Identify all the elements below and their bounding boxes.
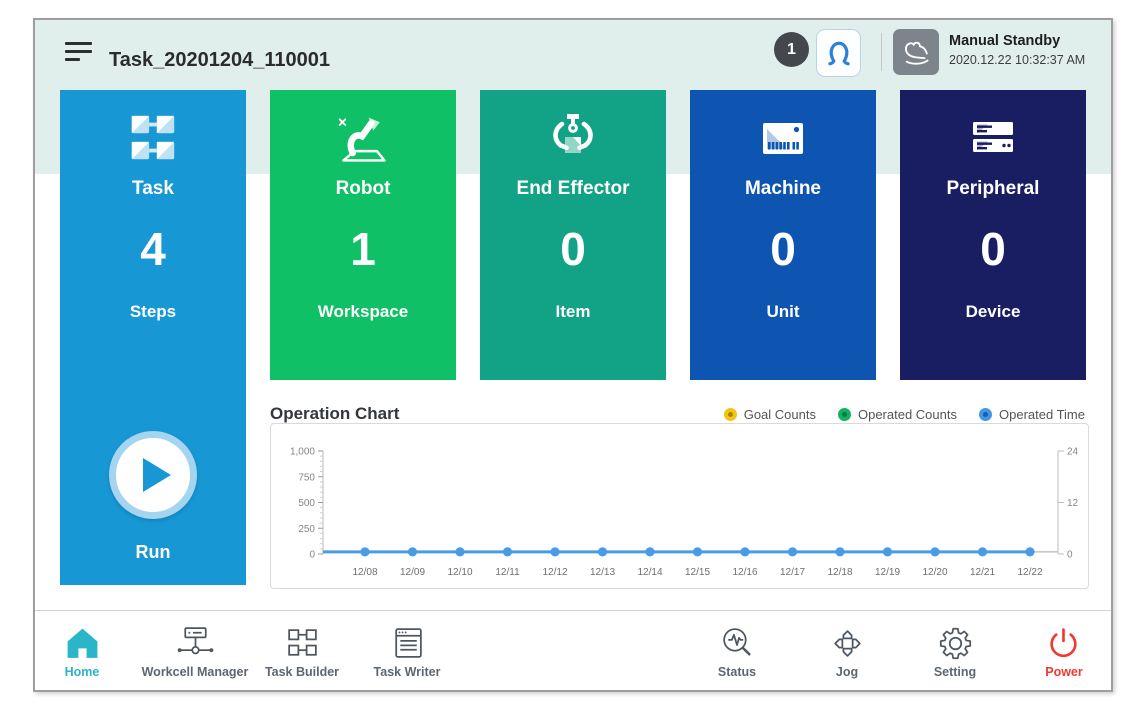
svg-text:12/12: 12/12: [542, 567, 567, 578]
goal-counts-dot-icon: [724, 408, 737, 421]
legend-item-operated-time[interactable]: Operated Time: [979, 407, 1085, 422]
card-end-effector[interactable]: End Effector 0 Item: [480, 90, 666, 380]
card-title: Machine: [690, 178, 876, 200]
page-title: Task_20201204_110001: [109, 49, 330, 72]
svg-text:12/21: 12/21: [970, 567, 995, 578]
operation-chart-plot: 0 250 500 750 1,000 0 12 24 12/08 12/09 12/10 12/11…: [271, 424, 1086, 586]
card-unit: Device: [900, 302, 1086, 322]
svg-text:12/11: 12/11: [495, 567, 520, 578]
svg-text:12/09: 12/09: [400, 567, 425, 578]
app-window: Task_20201204_110001 1 Manual Standby 20…: [33, 18, 1113, 692]
legend-label: Operated Time: [999, 407, 1085, 422]
svg-text:12/17: 12/17: [780, 567, 805, 578]
card-machine[interactable]: Machine 0 Unit: [690, 90, 876, 380]
manual-hand-icon: [899, 36, 933, 68]
task-icon: [60, 108, 246, 170]
task-writer-icon: [337, 620, 477, 662]
svg-text:750: 750: [298, 472, 315, 483]
legend-item-operated-counts[interactable]: Operated Counts: [838, 407, 957, 422]
card-robot[interactable]: Robot 1 Workspace: [270, 90, 456, 380]
svg-text:12/19: 12/19: [875, 567, 900, 578]
svg-text:1,000: 1,000: [290, 447, 315, 458]
svg-text:24: 24: [1067, 447, 1079, 458]
manual-mode-button[interactable]: [893, 29, 939, 75]
machine-icon: [690, 108, 876, 170]
operation-chart-title: Operation Chart: [270, 404, 399, 424]
legend-label: Operated Counts: [858, 407, 957, 422]
operation-chart: 0 250 500 750 1,000 0 12 24 12/08 12/09 12/10 12/11…: [270, 423, 1089, 589]
play-icon: [143, 458, 171, 492]
legend-label: Goal Counts: [744, 407, 816, 422]
svg-text:250: 250: [298, 524, 315, 535]
card-unit: Item: [480, 302, 666, 322]
svg-text:12/16: 12/16: [732, 567, 757, 578]
card-unit: Workspace: [270, 302, 456, 322]
power-icon: [994, 620, 1113, 662]
notification-badge: 1: [774, 32, 809, 67]
status-timestamp: 2020.12.22 10:32:37 AM: [949, 53, 1085, 69]
gripper-mode-button[interactable]: [816, 29, 861, 77]
card-value: 0: [690, 224, 876, 274]
card-value: 1: [270, 224, 456, 274]
bottom-nav: Home: [35, 610, 1111, 690]
svg-text:12/08: 12/08: [352, 567, 377, 578]
operated-counts-dot-icon: [838, 408, 851, 421]
card-value: 0: [900, 224, 1086, 274]
svg-text:12/15: 12/15: [685, 567, 710, 578]
run-label: Run: [60, 542, 246, 563]
svg-text:12/14: 12/14: [637, 567, 662, 578]
robot-icon: [270, 108, 456, 170]
peripheral-icon: [900, 108, 1086, 170]
card-unit: Steps: [60, 302, 246, 322]
menu-icon: [65, 42, 92, 45]
card-task[interactable]: Task 4 Steps Run: [60, 90, 246, 585]
card-value: 0: [480, 224, 666, 274]
svg-text:12/20: 12/20: [922, 567, 947, 578]
status-mode: Manual Standby: [949, 32, 1085, 50]
chart-legend: Goal Counts Operated Counts Operated Tim…: [724, 407, 1085, 422]
svg-text:12/18: 12/18: [827, 567, 852, 578]
nav-power[interactable]: Power: [994, 620, 1113, 679]
card-title: End Effector: [480, 178, 666, 200]
svg-text:12/22: 12/22: [1017, 567, 1042, 578]
card-value: 4: [60, 224, 246, 274]
card-title: Robot: [270, 178, 456, 200]
card-title: Task: [60, 178, 246, 200]
card-unit: Unit: [690, 302, 876, 322]
svg-text:0: 0: [1067, 550, 1073, 561]
topbar-divider: [881, 33, 882, 71]
card-title: Peripheral: [900, 178, 1086, 200]
svg-text:12: 12: [1067, 498, 1079, 509]
svg-text:12/10: 12/10: [447, 567, 472, 578]
svg-text:500: 500: [298, 498, 315, 509]
operated-time-dot-icon: [979, 408, 992, 421]
svg-text:12/13: 12/13: [590, 567, 615, 578]
end-effector-icon: [480, 108, 666, 170]
svg-text:0: 0: [309, 550, 315, 561]
menu-button[interactable]: [65, 42, 92, 64]
legend-item-goal-counts[interactable]: Goal Counts: [724, 407, 816, 422]
run-button[interactable]: [109, 431, 197, 519]
card-peripheral[interactable]: Peripheral 0 Device: [900, 90, 1086, 380]
gripper-icon: [823, 36, 855, 70]
nav-task-writer[interactable]: Task Writer: [337, 620, 477, 679]
robot-status-display[interactable]: Manual Standby 2020.12.22 10:32:37 AM: [949, 32, 1085, 69]
